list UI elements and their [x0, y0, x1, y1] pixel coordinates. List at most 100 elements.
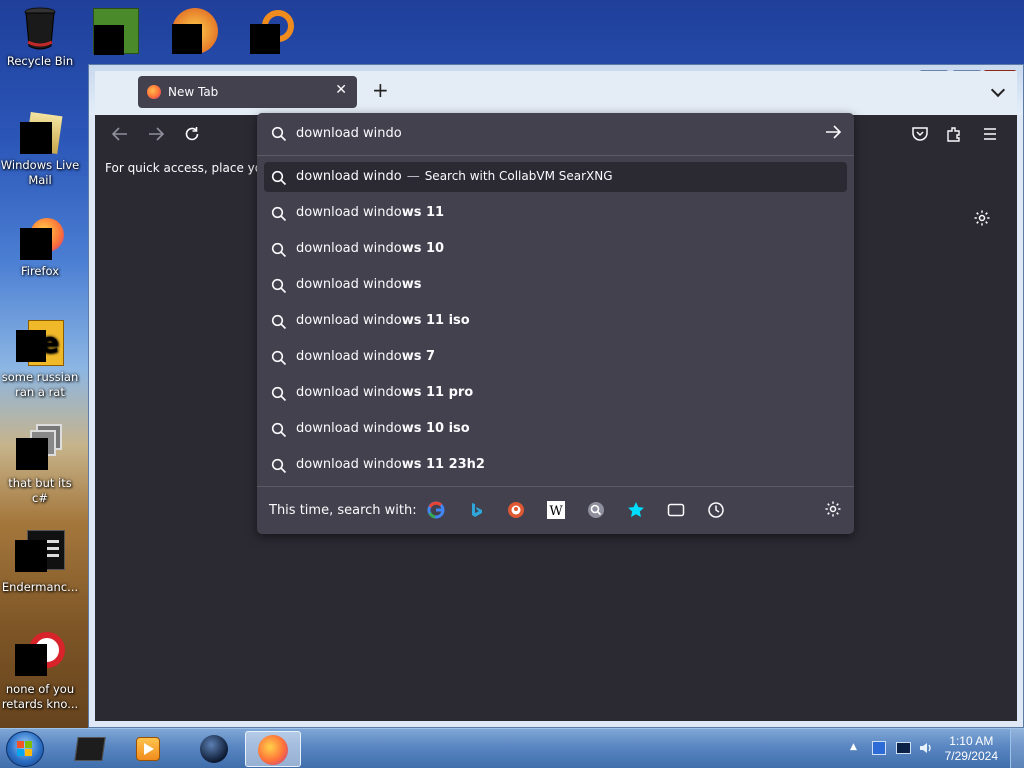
desktop-icon-recycle-bin[interactable]: Recycle Bin	[0, 6, 80, 69]
new-tab-plus-icon[interactable]: +	[372, 80, 389, 100]
desktop-icon-obscured-1[interactable]	[93, 8, 139, 55]
desktop-icon-label: Firefox	[20, 264, 60, 278]
bing-engine-icon[interactable]	[467, 501, 485, 519]
search-magnifier-icon	[271, 350, 287, 366]
suggestion-row[interactable]: download windows 7	[264, 342, 847, 372]
suggestion-row[interactable]: download windows 10	[264, 234, 847, 264]
tabs-icon[interactable]	[667, 501, 685, 519]
extensions-puzzle-icon[interactable]	[945, 125, 963, 147]
suggestion-row[interactable]: download windows 11 pro	[264, 378, 847, 408]
urlbar-results-panel: download windo download windo — Search wit…	[257, 113, 854, 534]
search-magnifier-icon	[271, 242, 287, 258]
searxng-engine-icon[interactable]	[587, 501, 605, 519]
suggestion-row[interactable]: download windows 10 iso	[264, 414, 847, 444]
suggestion-text: download windows 11 23h2	[296, 457, 485, 472]
desktop-icon-firefox[interactable]: Firefox	[0, 218, 80, 279]
tab-strip: New Tab ✕ +	[95, 71, 1017, 115]
redacted-block	[172, 24, 202, 54]
suggestion-row[interactable]: download windows 11 23h2	[264, 450, 847, 480]
desktop-icon-csharp[interactable]: that but its c#	[0, 424, 80, 506]
desktop-icon-russian-rat[interactable]: e some russian ran a rat	[0, 320, 80, 400]
firefox-icon	[20, 218, 64, 260]
urlbar-value[interactable]: download windo	[296, 126, 402, 141]
taskbar: ▲ 1:10 AM 7/29/2024	[0, 728, 1024, 768]
google-engine-icon[interactable]	[427, 501, 445, 519]
history-clock-icon[interactable]	[707, 501, 725, 519]
suggestion-row[interactable]: download windows	[264, 270, 847, 300]
suggestion-row[interactable]: download windows 11	[264, 198, 847, 228]
svg-text:W: W	[549, 504, 563, 519]
search-magnifier-icon	[271, 170, 287, 186]
stacked-windows-icon	[16, 424, 64, 470]
search-magnifier-icon	[271, 422, 287, 438]
red-circle-icon	[15, 632, 65, 676]
suggestion-text: download windows 10	[296, 241, 445, 256]
search-magnifier-icon	[271, 314, 287, 330]
search-magnifier-icon	[271, 458, 287, 474]
action-center-flag-icon[interactable]	[872, 741, 886, 755]
new-tab-settings-gear-icon[interactable]	[973, 209, 991, 232]
application-icon: e	[16, 320, 64, 366]
bookmarks-hint-text: For quick access, place your l	[105, 161, 282, 175]
search-settings-gear-icon[interactable]	[824, 500, 842, 522]
desktop-icon-windows-live-mail[interactable]: Windows Live Mail	[0, 111, 80, 188]
bookmarks-star-icon[interactable]	[627, 501, 645, 519]
console-icon	[74, 737, 106, 761]
start-button-windows-icon[interactable]	[6, 731, 44, 767]
search-magnifier-icon	[271, 206, 287, 222]
show-hidden-icons-arrow-icon[interactable]: ▲	[850, 742, 857, 752]
search-magnifier-icon	[271, 126, 287, 142]
search-magnifier-icon	[271, 278, 287, 294]
suggestion-text: download windows 11 pro	[296, 385, 474, 400]
tab-title: New Tab	[168, 85, 219, 99]
tab-close-icon[interactable]: ✕	[335, 82, 347, 98]
pocket-icon[interactable]	[911, 125, 929, 147]
taskbar-media-player[interactable]	[120, 731, 176, 767]
mail-icon	[20, 111, 63, 155]
suggestion-text: download windows 7	[296, 349, 436, 364]
desktop-icon-label: Windows Live Mail	[0, 158, 80, 187]
network-monitor-icon[interactable]	[896, 742, 911, 754]
suggestion-text: download windows 10 iso	[296, 421, 470, 436]
desktop-icon-obscured-3[interactable]	[250, 8, 296, 54]
taskbar-console-app[interactable]	[62, 731, 118, 767]
system-tray: ▲ 1:10 AM 7/29/2024	[834, 729, 1024, 768]
taskbar-firefox[interactable]	[245, 731, 301, 767]
desktop-icon-obscured-2[interactable]	[172, 8, 218, 54]
go-arrow-icon[interactable]	[824, 123, 842, 146]
tab-new-tab[interactable]: New Tab ✕	[138, 76, 357, 108]
clock-time: 1:10 AM	[949, 734, 994, 748]
clock-date: 7/29/2024	[944, 749, 998, 763]
hamburger-menu-icon[interactable]	[981, 125, 999, 147]
list-all-tabs-chevron-icon[interactable]	[990, 82, 1006, 98]
desktop-icon-none-of-you[interactable]: none of you retards kno...	[0, 632, 80, 712]
firefox-tab-icon	[147, 85, 161, 99]
reload-icon[interactable]	[183, 125, 201, 147]
desktop-icon-label: that but its c#	[8, 476, 72, 505]
forward-arrow-icon[interactable]	[147, 125, 165, 147]
globe-icon	[200, 735, 228, 763]
suggestion-text: download windows	[296, 277, 422, 292]
show-desktop-button[interactable]	[1010, 729, 1024, 768]
suggestion-text: download windo — Search with CollabVM Sear…	[296, 169, 613, 184]
desktop-icon-label: Endermanc...	[1, 580, 79, 594]
suggestion-row[interactable]: download windows 11 iso	[264, 306, 847, 336]
desktop-icon-endermanch[interactable]: Endermanc...	[0, 530, 80, 595]
redacted-block	[94, 25, 124, 55]
search-magnifier-icon	[271, 386, 287, 402]
urlbar-input[interactable]: download windo	[257, 113, 854, 155]
one-off-search-bar: This time, search with: W	[257, 487, 854, 534]
desktop-icon-label: Recycle Bin	[6, 54, 74, 68]
one-off-label: This time, search with:	[269, 503, 417, 518]
suggestion-text: download windows 11	[296, 205, 445, 220]
wikipedia-engine-icon[interactable]: W	[547, 501, 565, 519]
volume-speaker-icon[interactable]	[918, 740, 934, 756]
taskbar-clock[interactable]: 1:10 AM 7/29/2024	[945, 734, 998, 764]
firefox-icon	[258, 735, 288, 765]
suggestion-text: download windows 11 iso	[296, 313, 470, 328]
duckduckgo-engine-icon[interactable]	[507, 501, 525, 519]
suggestion-search-engine[interactable]: download windo — Search with CollabVM Sear…	[264, 162, 847, 192]
back-arrow-icon[interactable]	[111, 125, 129, 147]
taskbar-globe-app[interactable]	[186, 731, 242, 767]
recycle-bin-icon	[20, 6, 60, 50]
